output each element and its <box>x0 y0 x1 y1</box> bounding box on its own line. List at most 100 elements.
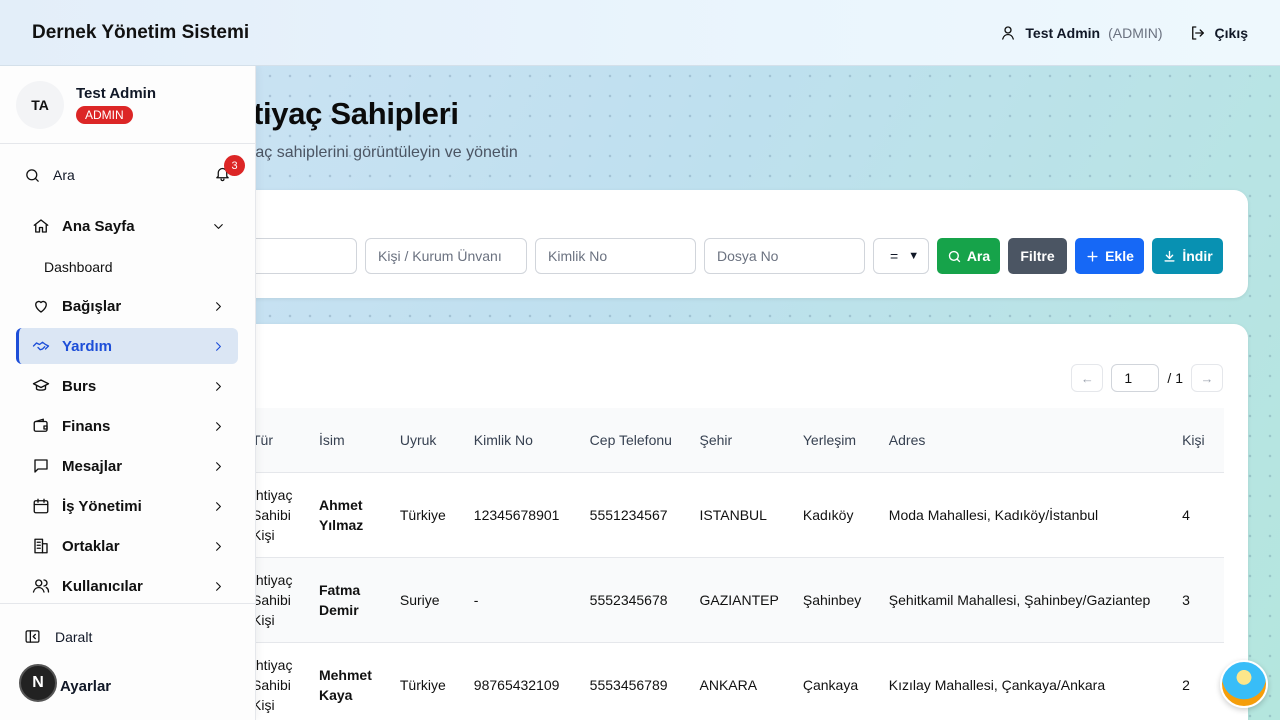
chevron-down-icon <box>214 223 223 229</box>
download-button-label: İndir <box>1182 248 1213 264</box>
sidebar: TA Test Admin ADMIN Ara 3 Ana Sayfa Dash… <box>0 66 256 720</box>
sidebar-item-messages[interactable]: Mesajlar <box>16 448 238 484</box>
col-people-header[interactable]: Kişi <box>1170 408 1224 472</box>
sidebar-subitem-dashboard[interactable]: Dashboard <box>44 259 113 275</box>
col-city-header[interactable]: Şehir <box>688 408 791 472</box>
assistant-avatar-icon[interactable] <box>1220 660 1268 708</box>
sidebar-item-home[interactable]: Ana Sayfa <box>16 208 238 244</box>
sidebar-footer: Daralt Ayarlar <box>0 603 256 695</box>
top-bar: Dernek Yönetim Sistemi Test Admin (ADMIN… <box>0 0 1280 66</box>
chevron-right-icon <box>216 421 221 431</box>
cell-city: GAZIANTEP <box>699 591 779 608</box>
sidebar-item-work-management[interactable]: İş Yönetimi <box>16 488 238 524</box>
search-icon <box>948 250 960 262</box>
notifications-button[interactable]: 3 <box>214 155 245 185</box>
col-phone-header[interactable]: Cep Telefonu <box>578 408 688 472</box>
pagination: ← 1 / 1 → <box>1071 364 1223 392</box>
cell-nationality: Türkiye <box>399 506 446 523</box>
notification-count-badge: 3 <box>224 155 245 176</box>
sidebar-search-label: Ara <box>53 167 75 183</box>
cell-address: Kızılay Mahallesi, Çankaya/Ankara <box>888 676 1106 693</box>
sidebar-item-label: Finans <box>62 417 111 435</box>
sidebar-item-label: Ortaklar <box>62 537 120 555</box>
cell-district: Çankaya <box>802 676 859 693</box>
table-card: ← 1 / 1 → Tür İsim Uyruk Kimlik No Cep T… <box>200 324 1248 720</box>
add-button[interactable]: Ekle <box>1075 238 1144 274</box>
search-button-label: Ara <box>966 248 991 264</box>
prev-page-button[interactable]: ← <box>1071 364 1104 392</box>
sidebar-search[interactable]: Ara 3 <box>0 144 255 206</box>
sidebar-item-donations[interactable]: Bağışlar <box>16 288 238 324</box>
col-nationality-header[interactable]: Uyruk <box>388 408 462 472</box>
collapse-button[interactable]: Daralt <box>24 628 92 645</box>
table-header-row: Tür İsim Uyruk Kimlik No Cep Telefonu Şe… <box>240 408 1224 472</box>
table-row[interactable]: İhtiyaç Sahibi Kişi Ahmet Yılmaz Türkiye… <box>240 472 1224 557</box>
cell-people: 4 <box>1182 506 1190 523</box>
cell-people: 3 <box>1182 591 1190 608</box>
logout-button[interactable]: Çıkış <box>1189 24 1248 42</box>
filter-card: Kişi / Kurum Ünvanı Kimlik No Dosya No =… <box>200 190 1248 298</box>
logout-label: Çıkış <box>1214 24 1248 41</box>
top-user-name: Test Admin <box>1025 24 1101 41</box>
add-button-label: Ekle <box>1105 248 1134 264</box>
top-user-info: Test Admin (ADMIN) <box>999 24 1163 42</box>
chevron-right-icon <box>216 381 221 391</box>
table-row[interactable]: İhtiyaç Sahibi Kişi Fatma Demir Suriye -… <box>240 557 1224 642</box>
id-number-field[interactable]: Kimlik No <box>535 238 696 274</box>
role-badge: ADMIN <box>76 106 133 124</box>
filter-button[interactable]: Filtre <box>1008 238 1067 274</box>
page-title: İhtiyaç Sahipleri <box>226 96 459 131</box>
search-button[interactable]: Ara <box>937 238 1000 274</box>
dev-tools-badge[interactable]: N <box>19 664 57 702</box>
cell-name: Ahmet Yılmaz <box>318 496 364 533</box>
table-row[interactable]: İhtiyaç Sahibi Kişi Mehmet Kaya Türkiye … <box>240 642 1224 720</box>
col-district-header[interactable]: Yerleşim <box>791 408 877 472</box>
collapse-label: Daralt <box>55 628 93 645</box>
col-address-header[interactable]: Adres <box>877 408 1170 472</box>
chevron-right-icon <box>216 341 221 351</box>
cell-district: Şahinbey <box>802 591 862 608</box>
next-page-button[interactable]: → <box>1191 364 1223 392</box>
cell-id: - <box>473 591 479 608</box>
page-subtitle: İhtiyaç sahiplerini görüntüleyin ve yöne… <box>226 144 518 161</box>
cell-address: Moda Mahallesi, Kadıköy/İstanbul <box>888 506 1099 523</box>
sidebar-item-label: Kullanıcılar <box>62 577 143 595</box>
operator-select[interactable]: = ▼ <box>873 238 929 274</box>
name-field[interactable]: Kişi / Kurum Ünvanı <box>365 238 527 274</box>
settings-link[interactable]: Ayarlar <box>60 678 111 695</box>
cell-city: ISTANBUL <box>699 506 767 523</box>
sidebar-item-finance[interactable]: Finans <box>16 408 238 444</box>
avatar: TA <box>16 80 64 129</box>
sidebar-item-scholarship[interactable]: Burs <box>16 368 238 404</box>
sidebar-profile: TA Test Admin ADMIN <box>0 66 255 144</box>
download-button[interactable]: İndir <box>1152 238 1223 274</box>
sidebar-item-users[interactable]: Kullanıcılar <box>16 568 238 604</box>
sidebar-user-name: Test Admin <box>76 85 157 102</box>
cell-phone: 5553456789 <box>589 676 668 693</box>
top-user-role: (ADMIN) <box>1108 24 1163 41</box>
home-icon <box>33 219 49 233</box>
sidebar-item-label: Bağışlar <box>62 297 122 315</box>
graduation-cap-icon <box>32 379 50 391</box>
sidebar-item-partners[interactable]: Ortaklar <box>16 528 238 564</box>
col-id-header[interactable]: Kimlik No <box>462 408 578 472</box>
message-icon <box>34 459 48 473</box>
sidebar-item-aid[interactable]: Yardım <box>16 328 238 364</box>
cell-phone: 5552345678 <box>589 591 668 608</box>
user-icon <box>1002 25 1015 40</box>
cell-nationality: Suriye <box>399 591 440 608</box>
cell-id: 12345678901 <box>473 506 560 523</box>
page-total: / 1 <box>1167 370 1183 386</box>
file-number-field[interactable]: Dosya No <box>704 238 865 274</box>
filter-button-label: Filtre <box>1020 248 1055 264</box>
cell-address: Şehitkamil Mahallesi, Şahinbey/Gaziantep <box>888 591 1151 608</box>
cell-nationality: Türkiye <box>399 676 446 693</box>
col-name-header[interactable]: İsim <box>307 408 388 472</box>
chevron-right-icon <box>216 541 221 551</box>
wallet-icon <box>33 418 48 432</box>
plus-icon <box>1087 250 1098 262</box>
heart-icon <box>35 300 47 313</box>
cell-city: ANKARA <box>699 676 758 693</box>
sidebar-item-label: Ana Sayfa <box>62 217 135 235</box>
page-number-input[interactable]: 1 <box>1111 364 1160 392</box>
